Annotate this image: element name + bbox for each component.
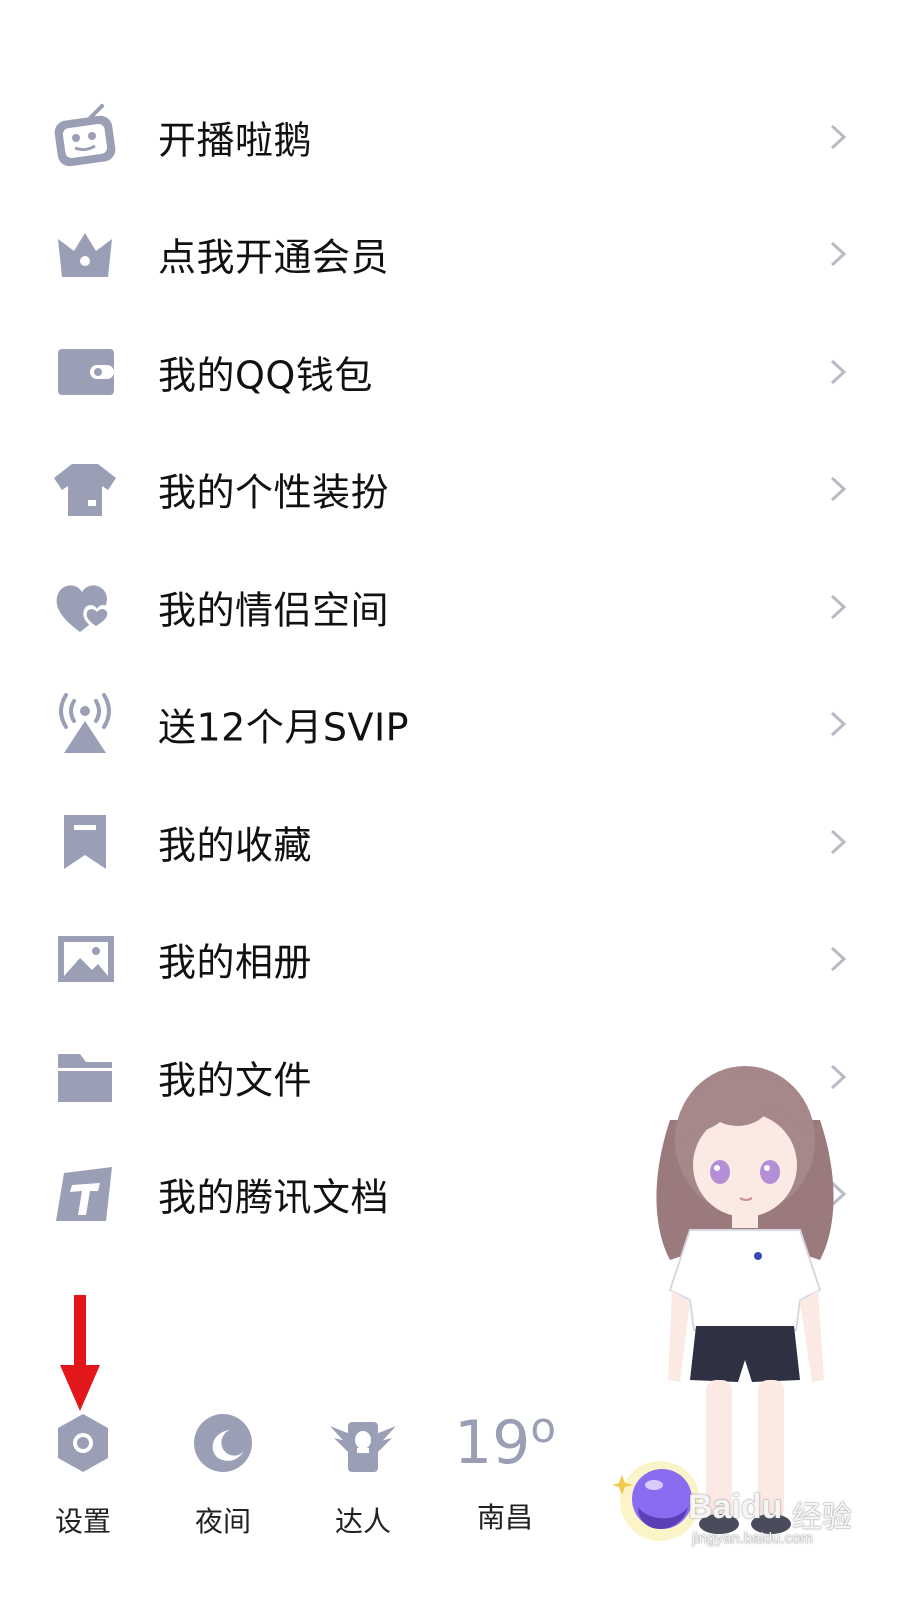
menu-item-label: 送12个月SVIP — [158, 705, 410, 750]
winged-badge-icon — [328, 1408, 398, 1478]
chevron-right-icon — [826, 355, 850, 389]
broadcast-icon — [50, 689, 120, 759]
menu-item-favorites[interactable]: 我的收藏 — [0, 783, 918, 901]
chevron-right-icon — [826, 707, 850, 741]
menu-item-album[interactable]: 我的相册 — [0, 901, 918, 1019]
settings-button[interactable]: 设置 — [28, 1400, 138, 1540]
chevron-right-icon — [826, 590, 850, 624]
arrow-down-icon — [58, 1295, 102, 1413]
menu-item-svip[interactable]: 送12个月SVIP — [0, 666, 918, 784]
weather-temperature: 19o — [454, 1404, 556, 1482]
night-mode-button[interactable]: 夜间 — [168, 1400, 278, 1540]
night-label: 夜间 — [194, 1505, 251, 1538]
chevron-right-icon — [826, 472, 850, 506]
menu-item-live[interactable]: 开播啦鹅 — [0, 78, 918, 196]
menu-item-label: 我的腾讯文档 — [158, 1175, 390, 1220]
watermark-url: jingyan.baidu.com — [692, 1530, 813, 1547]
weather-degree-symbol: o — [530, 1403, 557, 1452]
photo-icon — [50, 924, 120, 994]
watermark-brand: Baidu — [688, 1488, 783, 1526]
tencent-docs-icon — [50, 1159, 120, 1229]
menu-item-label: 我的QQ钱包 — [158, 353, 373, 398]
expert-button[interactable]: 达人 — [308, 1400, 418, 1540]
menu-item-label: 我的相册 — [158, 940, 313, 985]
chevron-right-icon — [826, 237, 850, 271]
menu-item-vip[interactable]: 点我开通会员 — [0, 196, 918, 314]
chevron-right-icon — [826, 120, 850, 154]
weather-temp-value: 19 — [453, 1408, 531, 1478]
chevron-right-icon — [826, 825, 850, 859]
crown-icon — [50, 219, 120, 289]
settings-label: 设置 — [54, 1505, 111, 1538]
menu-item-couple[interactable]: 我的情侣空间 — [0, 548, 918, 666]
menu-item-label: 我的情侣空间 — [158, 588, 390, 633]
folder-icon — [50, 1042, 120, 1112]
chevron-right-icon — [826, 942, 850, 976]
menu-item-wallet[interactable]: 我的QQ钱包 — [0, 313, 918, 431]
wallet-icon — [50, 337, 120, 407]
weather-widget[interactable]: 19o 南昌 — [450, 1400, 560, 1540]
gear-icon — [48, 1408, 118, 1478]
menu-item-label: 我的收藏 — [158, 823, 313, 868]
menu-item-label: 开播啦鹅 — [158, 118, 313, 163]
hearts-icon — [50, 572, 120, 642]
menu-item-label: 我的文件 — [158, 1058, 313, 1103]
menu-item-label: 我的个性装扮 — [158, 470, 390, 515]
weather-city: 南昌 — [476, 1501, 533, 1534]
menu-item-label: 点我开通会员 — [158, 235, 390, 280]
bookmark-icon — [50, 807, 120, 877]
moon-icon — [188, 1408, 258, 1478]
baidu-watermark: Baidu 经验 jingyan.baidu.com — [688, 1488, 868, 1558]
menu-item-theme[interactable]: 我的个性装扮 — [0, 431, 918, 549]
tv-robot-icon — [50, 102, 120, 172]
tshirt-icon — [50, 454, 120, 524]
expert-label: 达人 — [334, 1505, 391, 1538]
